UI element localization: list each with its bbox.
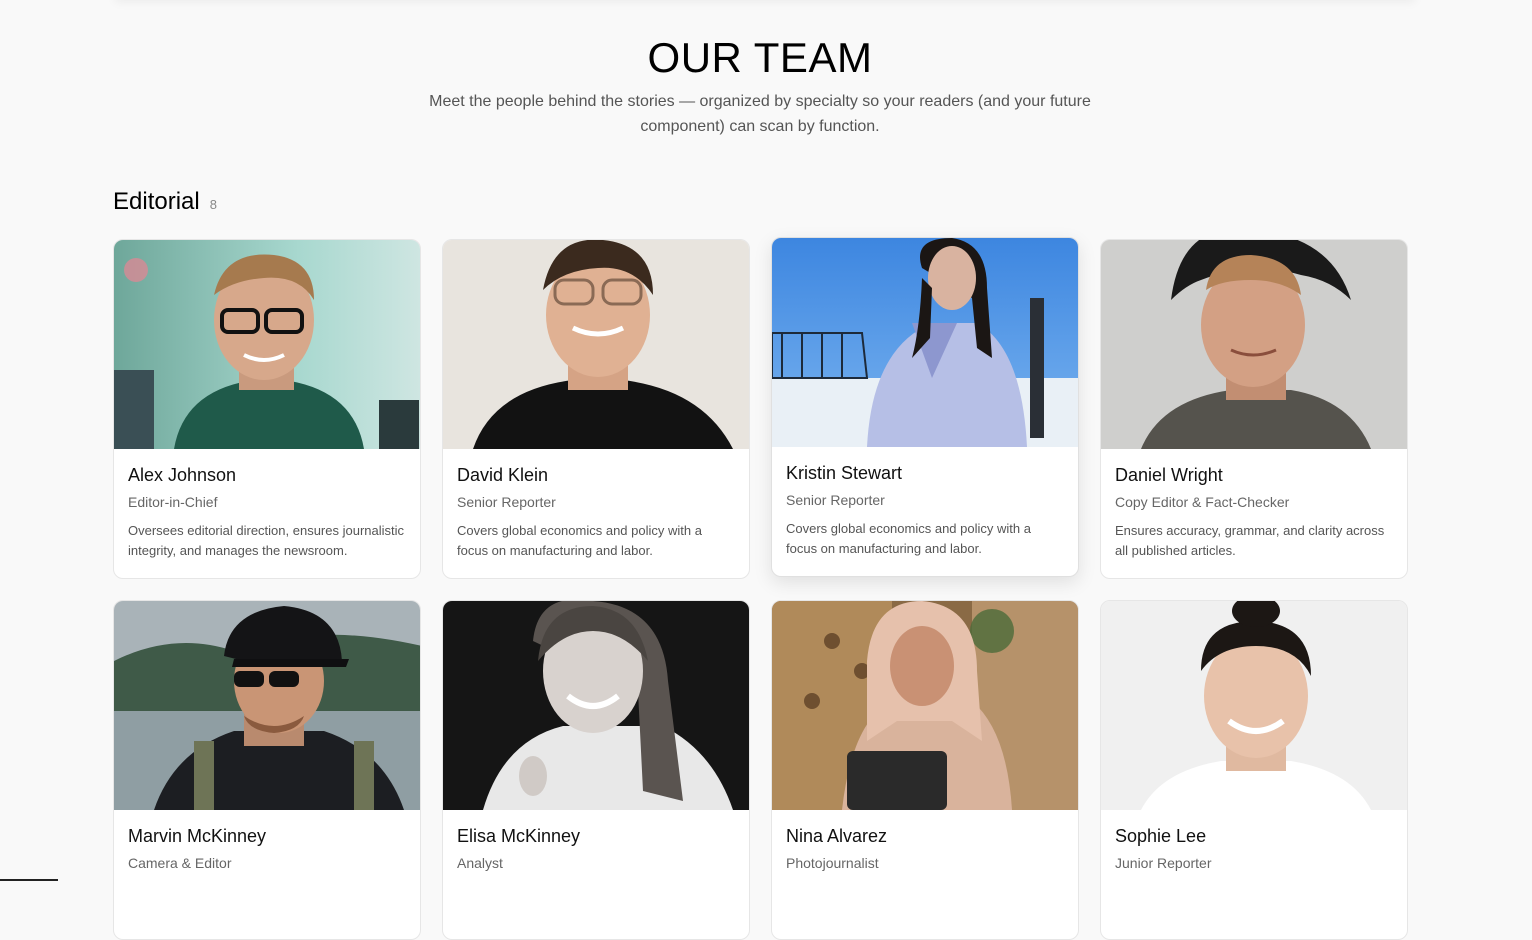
- member-photo: [1101, 240, 1407, 449]
- section-header-editorial: Editorial 8: [113, 188, 217, 216]
- member-name: Kristin Stewart: [786, 463, 903, 483]
- team-card-david-klein[interactable]: David Klein Senior Reporter Covers globa…: [442, 239, 750, 579]
- member-description: Covers global economics and policy with …: [457, 523, 702, 558]
- team-grid: Alex Johnson Editor-in-Chief Oversees ed…: [113, 237, 1409, 940]
- member-photo: [114, 601, 420, 810]
- member-name: Daniel Wright: [1115, 465, 1223, 485]
- team-card-sophie-lee[interactable]: Sophie Lee Junior Reporter: [1100, 600, 1408, 940]
- team-card-alex-johnson[interactable]: Alex Johnson Editor-in-Chief Oversees ed…: [113, 239, 421, 579]
- member-name: Sophie Lee: [1115, 826, 1207, 846]
- member-role: Senior Reporter: [457, 494, 556, 510]
- member-role: Senior Reporter: [786, 492, 885, 508]
- team-card-nina-alvarez[interactable]: Nina Alvarez Photojournalist: [771, 600, 1079, 940]
- page-subtitle: Meet the people behind the stories — org…: [429, 93, 1091, 135]
- member-photo: [772, 238, 1078, 447]
- member-description: Covers global economics and policy with …: [786, 521, 1031, 556]
- page-title: OUR TEAM: [647, 34, 873, 81]
- member-role: Junior Reporter: [1115, 855, 1212, 871]
- member-name: Alex Johnson: [128, 465, 237, 485]
- member-role: Camera & Editor: [128, 855, 232, 871]
- team-card-kristin-stewart[interactable]: Kristin Stewart Senior Reporter Covers g…: [771, 237, 1079, 577]
- member-photo: [772, 601, 1078, 810]
- member-role: Copy Editor & Fact-Checker: [1115, 494, 1290, 510]
- member-description: Oversees editorial direction, ensures jo…: [128, 523, 405, 558]
- member-name: David Klein: [457, 465, 549, 485]
- team-card-marvin-mckinney[interactable]: Marvin McKinney Camera & Editor: [113, 600, 421, 940]
- member-name: Elisa McKinney: [457, 826, 581, 846]
- team-card-elisa-mckinney[interactable]: Elisa McKinney Analyst: [442, 600, 750, 940]
- member-role: Analyst: [457, 855, 503, 871]
- member-name: Nina Alvarez: [786, 826, 888, 846]
- member-photo: [1101, 601, 1407, 810]
- section-title: Editorial: [113, 188, 200, 215]
- member-photo: [443, 601, 749, 810]
- team-card-daniel-wright[interactable]: Daniel Wright Copy Editor & Fact-Checker…: [1100, 239, 1408, 579]
- member-description: Ensures accuracy, grammar, and clarity a…: [1115, 523, 1385, 558]
- member-photo: [114, 240, 420, 449]
- member-photo: [443, 240, 749, 449]
- member-role: Editor-in-Chief: [128, 494, 218, 510]
- section-count-badge: 8: [209, 197, 217, 212]
- member-role: Photojournalist: [786, 855, 879, 871]
- member-name: Marvin McKinney: [128, 826, 267, 846]
